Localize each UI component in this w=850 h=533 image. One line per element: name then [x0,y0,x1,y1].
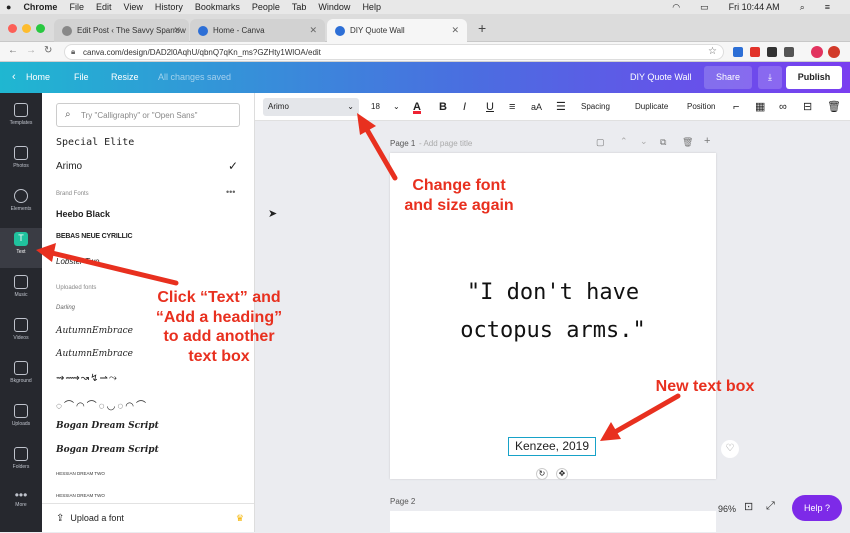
annotation-line: “Add a heading” [155,308,283,326]
arrowhead [36,243,56,262]
annotation-click-text: Click “Text” and “Add a heading” to add … [140,288,298,366]
annotation-line: and size again [404,196,514,214]
annotation-line: to add another [163,328,275,346]
annotation-arrows [36,113,681,441]
annotation-change-font: Change font and size again [393,176,525,215]
arrow-to-font-dropdown [363,125,398,181]
arrow-to-new-text-box [612,393,681,435]
annotation-new-text-box: New text box [655,378,755,395]
annotation-line: Change font [412,177,506,194]
annotation-line: text box [188,347,250,365]
annotation-line: Click “Text” and [157,289,281,306]
arrow-to-text-tool [49,250,179,286]
